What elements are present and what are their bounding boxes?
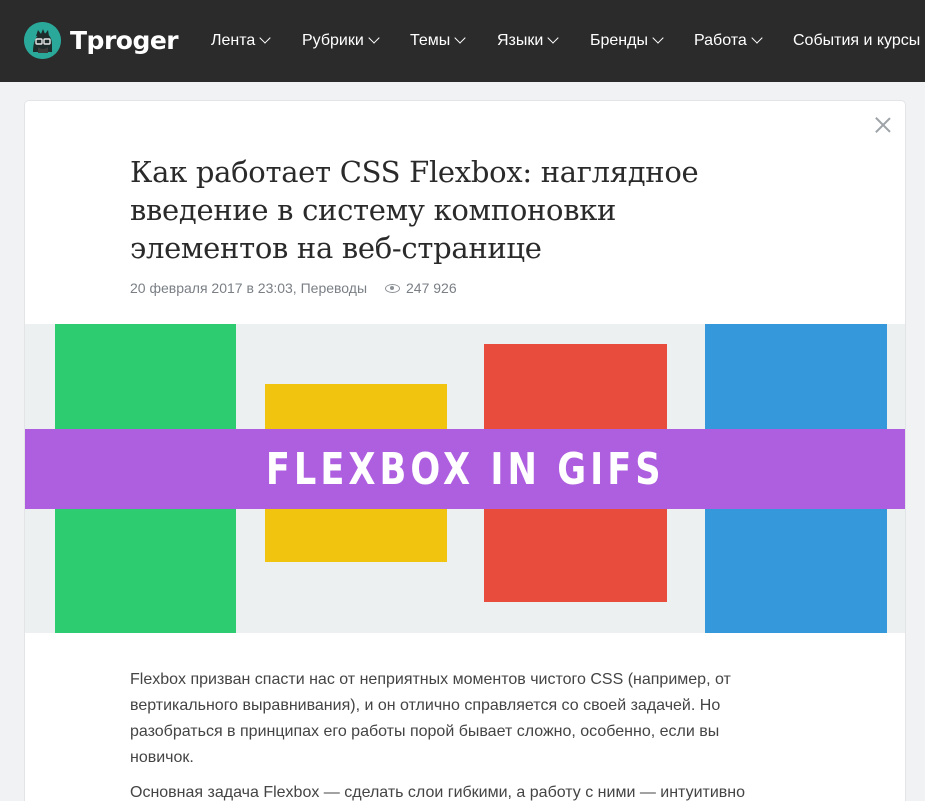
view-count: 247 926: [385, 280, 457, 296]
close-icon[interactable]: [873, 115, 893, 135]
nav-label: Бренды: [590, 32, 648, 49]
nav-label: Темы: [410, 32, 451, 49]
nav-label: Работа: [694, 32, 747, 49]
eye-icon: [385, 283, 401, 293]
logo-mascot-icon: [24, 22, 61, 59]
logo-text: Tproger: [70, 26, 179, 55]
chevron-down-icon: [454, 32, 466, 44]
title-line: элементов на веб-странице: [130, 231, 542, 265]
chevron-down-icon: [368, 32, 380, 44]
nav-item-topics[interactable]: Темы: [410, 0, 466, 82]
view-count-value: 247 926: [406, 280, 457, 296]
nav-item-jobs[interactable]: Работа: [694, 0, 763, 82]
chevron-down-icon: [259, 32, 271, 44]
nav-item-events[interactable]: События и курсы: [793, 0, 920, 82]
chevron-down-icon: [652, 32, 664, 44]
nav-item-brands[interactable]: Бренды: [590, 0, 664, 82]
paragraph: Flexbox призван спасти нас от неприятных…: [130, 671, 731, 766]
paragraph: Основная задача Flexbox — сделать слои г…: [130, 784, 745, 801]
top-navigation-bar: Tproger Лента Рубрики Темы Языки Бренды …: [0, 0, 925, 82]
nav-label: Рубрики: [302, 32, 364, 49]
nav-label: Языки: [497, 32, 544, 49]
chevron-down-icon: [751, 32, 763, 44]
nav-label: Лента: [211, 32, 256, 49]
banner-text: FLEXBOX IN GIFS: [265, 443, 665, 495]
article-card: Как работает CSS Flexbox: наглядное введ…: [25, 101, 905, 801]
publish-date-category: 20 февраля 2017 в 23:03, Переводы: [130, 280, 368, 296]
nav-item-languages[interactable]: Языки: [497, 0, 559, 82]
hero-banner: FLEXBOX IN GIFS: [25, 429, 905, 509]
article-title: Как работает CSS Flexbox: наглядное введ…: [130, 153, 730, 267]
site-logo[interactable]: Tproger: [24, 22, 179, 59]
nav-item-categories[interactable]: Рубрики: [302, 0, 380, 82]
title-line: Как работает CSS Flexbox: наглядное: [130, 155, 699, 189]
nav-item-feed[interactable]: Лента: [211, 0, 271, 82]
nav-label: События и курсы: [793, 32, 921, 49]
title-line: введение в систему компоновки: [130, 193, 617, 227]
article-body: Flexbox призван спасти нас от неприятных…: [130, 667, 750, 801]
hero-image: FLEXBOX IN GIFS: [25, 324, 905, 633]
chevron-down-icon: [547, 32, 559, 44]
article-meta: 20 февраля 2017 в 23:03, Переводы 247 92…: [130, 280, 457, 296]
